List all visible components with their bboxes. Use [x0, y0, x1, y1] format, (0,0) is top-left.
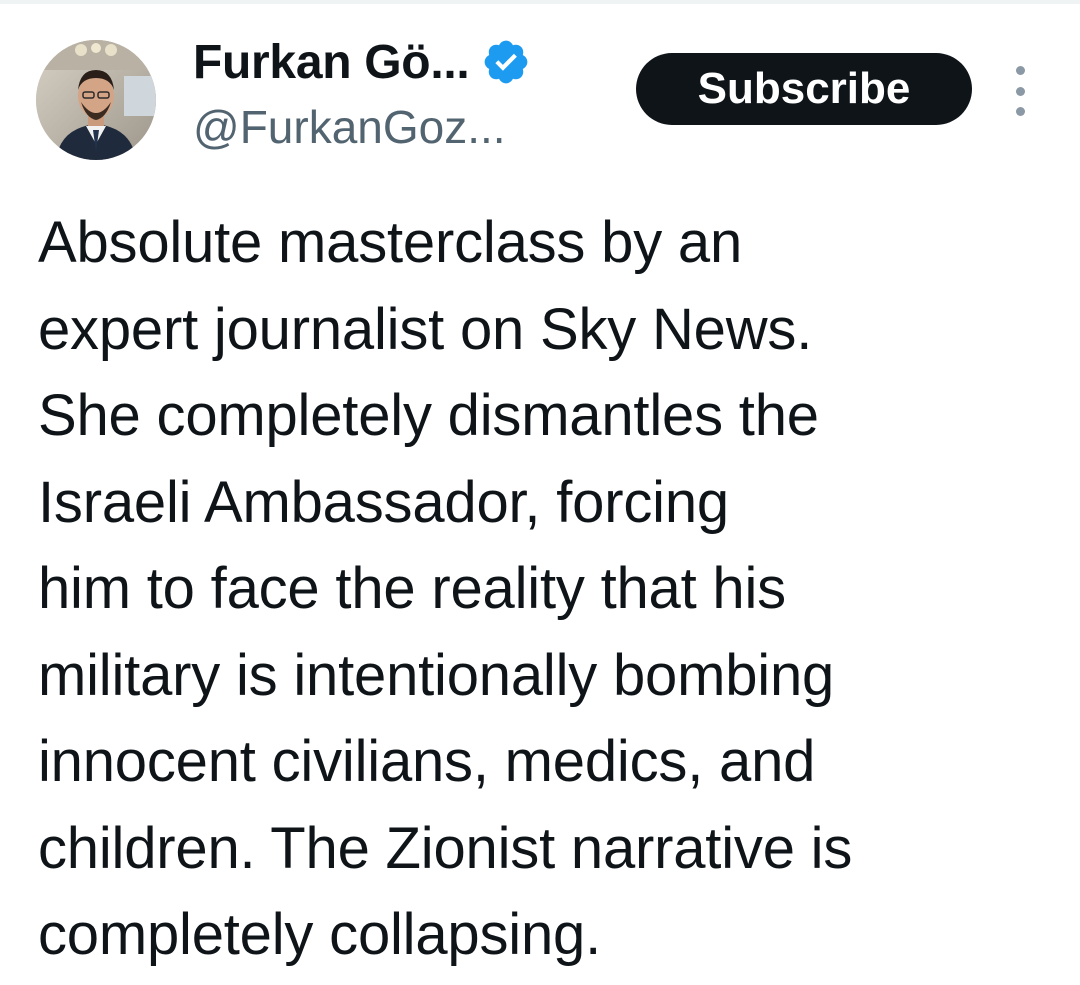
author-handle[interactable]: @FurkanGoz... [193, 100, 506, 154]
more-dot [1015, 107, 1025, 116]
tweet-text-line: expert journalist on Sky News. [38, 296, 813, 362]
subscribe-button[interactable]: Subscribe [636, 53, 972, 125]
tweet-text-line: Israeli Ambassador, forcing [38, 469, 729, 535]
avatar-photo-icon [36, 40, 156, 160]
author-display-name[interactable]: Furkan Gö... [193, 35, 470, 90]
more-vertical-icon[interactable] [1006, 66, 1034, 116]
author-name-row[interactable]: Furkan Gö... [193, 32, 531, 92]
tweet-text-line: innocent civilians, medics, and [38, 729, 816, 794]
top-divider [0, 0, 1080, 4]
tweet-text-line: She completely dismantles the [38, 383, 819, 448]
avatar[interactable] [36, 40, 156, 160]
tweet-text-line: children. The Zionist narrative is [38, 815, 853, 881]
more-dot [1015, 66, 1025, 75]
tweet-text-line: completely collapsing. [38, 902, 601, 967]
tweet-text: Absolute masterclass by an expert journa… [38, 200, 1038, 979]
tweet-text-line: him to face the reality that his [38, 556, 786, 621]
more-dot [1015, 86, 1025, 96]
tweet-text-line: military is intentionally bombing [38, 642, 835, 708]
tweet-text-line: Absolute masterclass by an [38, 210, 743, 275]
verified-badge-icon[interactable] [481, 37, 531, 87]
